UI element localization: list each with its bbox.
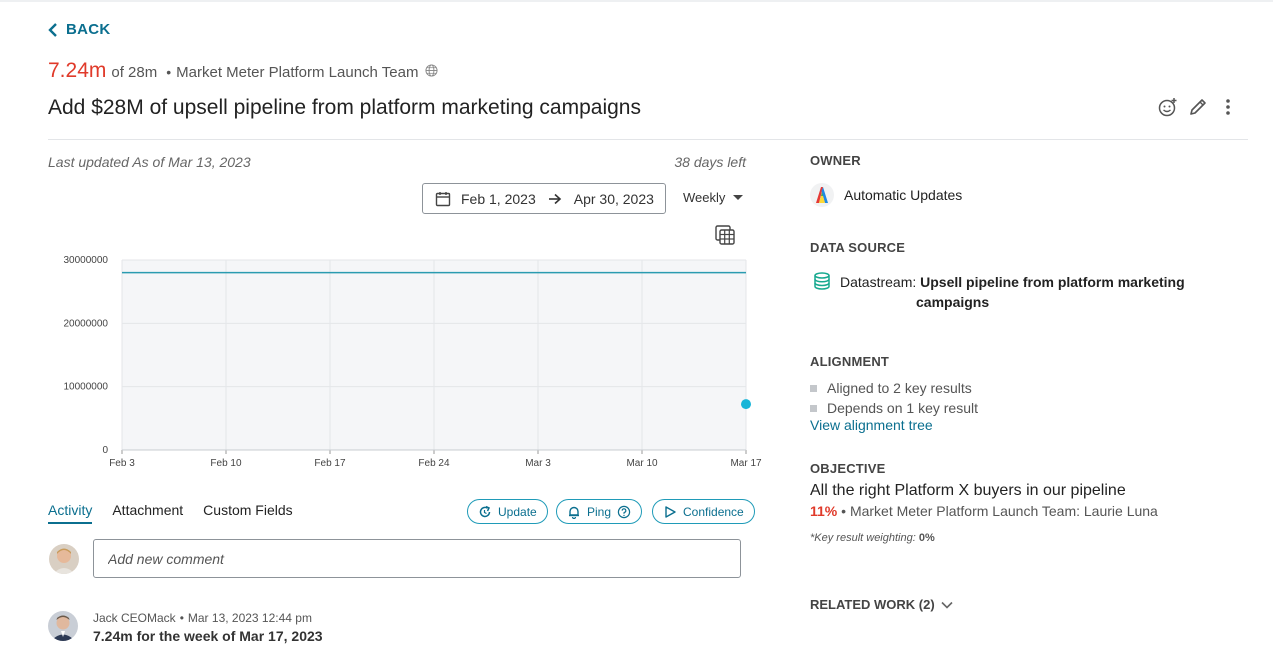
comment-input[interactable]	[93, 539, 741, 578]
current-value: 7.24m	[48, 59, 107, 82]
activity-timestamp: Mar 13, 2023 12:44 pm	[187, 611, 312, 625]
last-updated: Last updated As of Mar 13, 2023	[48, 154, 251, 170]
pencil-icon[interactable]	[1187, 96, 1209, 118]
automatic-updates-logo-icon	[810, 183, 834, 207]
x-tick-label: Mar 3	[525, 458, 551, 469]
more-vertical-icon[interactable]	[1217, 96, 1239, 118]
calendar-icon	[435, 191, 451, 206]
x-tick-label: Mar 17	[730, 458, 762, 469]
tab-attachment[interactable]: Attachment	[112, 502, 183, 524]
activity-tabs: Activity Attachment Custom Fields	[48, 502, 293, 524]
globe-icon	[425, 64, 439, 77]
separator-dot: •	[179, 611, 184, 625]
data-point	[741, 399, 751, 410]
activity-author-line: Jack CEOMack • Mar 13, 2023 12:44 pm	[93, 611, 312, 625]
date-range-picker[interactable]: Feb 1, 2023 Apr 30, 2023	[422, 183, 666, 214]
weighting-value: 0%	[918, 532, 935, 544]
help-icon	[617, 505, 631, 518]
progress-chart: 0 10000000 20000000 30000000 Feb 3 Feb 10 Feb …	[64, 255, 762, 469]
objective-team-owner: Market Meter Platform Launch Team: Lauri…	[849, 503, 1158, 519]
alignment-label: ALIGNMENT	[810, 354, 890, 369]
separator-dot: •	[166, 64, 172, 80]
x-tick-label: Feb 24	[418, 458, 450, 469]
weighting-label: *Key result weighting:	[810, 532, 916, 544]
tab-activity[interactable]: Activity	[48, 502, 93, 524]
alignment-item: Depends on 1 key result	[810, 400, 978, 416]
bullet-square-icon	[810, 384, 817, 392]
arrow-right-icon	[548, 193, 561, 204]
objective-meta: 11% • Market Meter Platform Launch Team:…	[810, 503, 1158, 519]
data-source-name-line2: campaigns	[916, 294, 990, 310]
author-avatar	[48, 611, 78, 641]
confidence-label: Confidence	[683, 504, 744, 519]
end-date: Apr 30, 2023	[573, 190, 654, 207]
ping-label: Ping	[587, 504, 612, 519]
start-date: Feb 1, 2023	[461, 190, 536, 207]
database-icon	[814, 272, 830, 290]
owner-name: Automatic Updates	[844, 187, 963, 203]
alignment-item: Aligned to 2 key results	[810, 380, 972, 396]
update-label: Update	[498, 504, 537, 519]
play-outline-icon	[665, 505, 676, 518]
separator-dot: •	[841, 503, 847, 519]
y-tick-label: 20000000	[64, 318, 109, 329]
bullet-square-icon	[810, 404, 817, 412]
update-button[interactable]: Update	[467, 499, 548, 524]
top-border	[0, 0, 1273, 2]
chevron-left-icon	[48, 22, 57, 37]
owner-label: OWNER	[810, 153, 861, 168]
days-left: 38 days left	[674, 154, 746, 170]
bell-icon	[569, 506, 579, 519]
progress-summary: 7.24m of 28m • Market Meter Platform Lau…	[48, 59, 439, 83]
view-alignment-tree-link[interactable]: View alignment tree	[810, 417, 933, 433]
back-link[interactable]: BACK	[48, 21, 111, 38]
ping-button[interactable]: Ping	[556, 499, 643, 524]
refresh-icon	[479, 505, 491, 517]
y-tick-label: 10000000	[64, 382, 109, 393]
key-result-weighting: *Key result weighting: 0%	[810, 532, 935, 544]
x-tick-label: Feb 3	[109, 458, 135, 469]
current-user-avatar	[49, 544, 79, 574]
objective-percent: 11%	[810, 503, 838, 519]
x-tick-label: Feb 17	[314, 458, 346, 469]
period-dropdown[interactable]: Weekly	[683, 190, 744, 205]
emoji-add-icon[interactable]	[1157, 96, 1179, 118]
alignment-item-text: Aligned to 2 key results	[827, 380, 972, 396]
y-tick-label: 0	[102, 445, 108, 456]
period-value: Weekly	[683, 190, 726, 205]
tab-custom-fields[interactable]: Custom Fields	[203, 502, 292, 524]
header-divider	[48, 139, 1248, 140]
related-work-toggle[interactable]: RELATED WORK (2)	[810, 597, 953, 612]
x-tick-label: Feb 10	[210, 458, 242, 469]
activity-text: 7.24m for the week of Mar 17, 2023	[93, 628, 323, 644]
y-tick-label: 30000000	[64, 255, 109, 266]
data-source-label: DATA SOURCE	[810, 240, 906, 255]
alignment-item-text: Depends on 1 key result	[827, 400, 978, 416]
header-actions	[1157, 96, 1239, 118]
objective-title[interactable]: All the right Platform X buyers in our p…	[810, 482, 1126, 500]
related-work-label: RELATED WORK (2)	[810, 597, 935, 612]
confidence-button[interactable]: Confidence	[652, 499, 755, 524]
table-view-icon[interactable]	[715, 225, 735, 245]
data-source-name-line1: Upsell pipeline from platform marketing	[920, 274, 1185, 290]
back-label: BACK	[66, 21, 111, 38]
activity-author: Jack CEOMack	[93, 611, 176, 625]
target-value: of 28m	[111, 64, 158, 81]
chevron-down-icon	[941, 601, 953, 609]
caret-down-icon	[733, 195, 744, 200]
team-name: Market Meter Platform Launch Team	[176, 64, 419, 81]
owner-row: Automatic Updates	[810, 183, 962, 207]
page-title: Add $28M of upsell pipeline from platfor…	[48, 96, 641, 119]
objective-label: OBJECTIVE	[810, 461, 886, 476]
x-tick-label: Mar 10	[626, 458, 658, 469]
data-source-text: Datastream: Upsell pipeline from platfor…	[840, 272, 1210, 312]
data-source-prefix: Datastream:	[840, 274, 917, 290]
